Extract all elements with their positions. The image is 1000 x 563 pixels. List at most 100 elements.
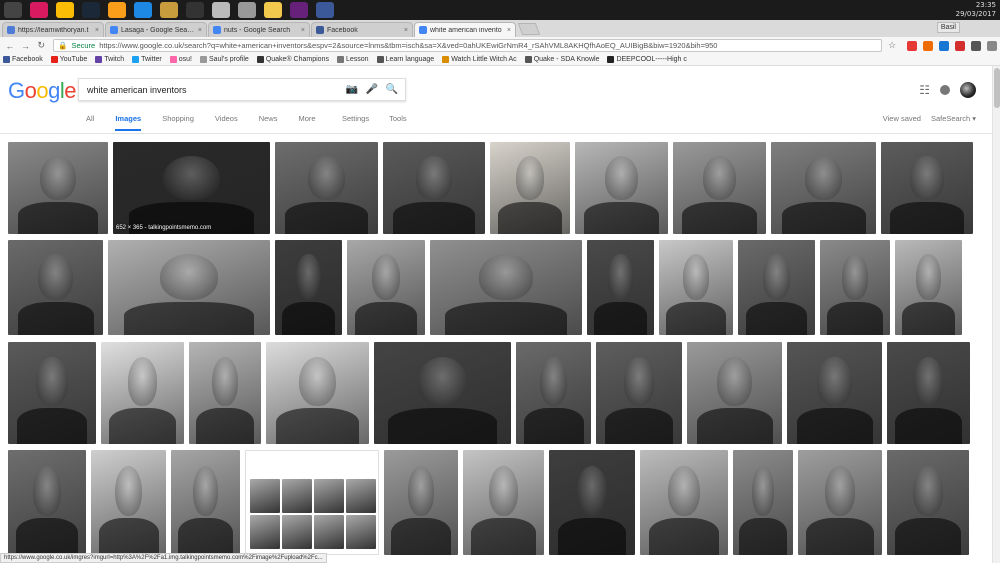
image-result-thumbnail[interactable] [171, 450, 240, 555]
image-result-thumbnail[interactable] [887, 450, 969, 555]
tab-close-icon[interactable]: × [404, 27, 408, 34]
league-icon[interactable] [160, 2, 178, 18]
page-scrollbar[interactable] [992, 66, 1000, 563]
browser-tab[interactable]: Facebook × [311, 22, 413, 37]
image-result-thumbnail[interactable] [374, 342, 511, 444]
image-result-thumbnail[interactable] [101, 342, 184, 444]
extension-icon[interactable] [955, 40, 965, 51]
search-icon[interactable]: 🔍 [385, 84, 399, 95]
image-result-thumbnail[interactable] [733, 450, 793, 555]
image-result-thumbnail[interactable] [275, 142, 378, 234]
bookmark-item[interactable]: Twitch [95, 56, 124, 63]
disc-icon[interactable] [238, 2, 256, 18]
office-icon[interactable] [923, 40, 933, 51]
tab-close-icon[interactable]: × [95, 27, 99, 34]
search-box[interactable]: white american inventors 📷 🎤 🔍 [78, 78, 406, 101]
extension-icon[interactable] [939, 40, 949, 51]
tools-link[interactable]: Tools [389, 114, 407, 123]
image-result-thumbnail[interactable] [549, 450, 635, 555]
profile-badge[interactable]: Basil [936, 22, 960, 33]
epic-icon[interactable] [186, 2, 204, 18]
bookmark-item[interactable]: Twitter [132, 56, 162, 63]
browser-tab[interactable]: https://learnwithoryan.t × [2, 22, 104, 37]
browser-tab[interactable]: nuts - Google Search × [208, 22, 310, 37]
ccleaner-icon[interactable] [134, 2, 152, 18]
image-result-thumbnail[interactable] [266, 342, 369, 444]
bookmark-item[interactable]: DEEPCOOL-----High c [607, 56, 687, 63]
visual-studio-icon[interactable] [290, 2, 308, 18]
tab-close-icon[interactable]: × [301, 27, 305, 34]
image-result-thumbnail[interactable] [596, 342, 682, 444]
bookmark-item[interactable]: Lesson [336, 56, 369, 63]
image-result-thumbnail[interactable] [8, 240, 103, 335]
menu-icon[interactable] [987, 40, 997, 51]
settings-link[interactable]: Settings [342, 114, 369, 123]
image-result-thumbnail[interactable] [189, 342, 261, 444]
tab-news[interactable]: News [259, 114, 278, 131]
image-result-thumbnail[interactable] [881, 142, 973, 234]
image-result-thumbnail[interactable] [820, 240, 890, 335]
image-result-thumbnail[interactable] [8, 142, 108, 234]
tab-all[interactable]: All [86, 114, 94, 131]
view-saved-link[interactable]: View saved [883, 114, 921, 123]
avatar[interactable] [960, 82, 976, 98]
extension-icon[interactable] [907, 40, 917, 51]
disc-icon[interactable] [212, 2, 230, 18]
image-result-thumbnail[interactable] [8, 450, 86, 555]
tab-more[interactable]: More [298, 114, 315, 131]
overwatch-icon[interactable] [108, 2, 126, 18]
bookmark-item[interactable]: osu! [169, 56, 192, 63]
back-arrow-icon[interactable]: ← [4, 41, 16, 51]
tab-close-icon[interactable]: × [507, 27, 511, 34]
browser-tab[interactable]: white american invento × [414, 22, 516, 37]
bookmark-item[interactable]: Watch Little Witch Ac [442, 56, 517, 63]
tab-shopping[interactable]: Shopping [162, 114, 194, 131]
image-result-thumbnail[interactable] [640, 450, 728, 555]
bookmark-item[interactable]: YouTube [50, 56, 87, 63]
tab-videos[interactable]: Videos [215, 114, 238, 131]
camera-icon[interactable]: 📷 [345, 84, 359, 95]
image-result-thumbnail[interactable] [587, 240, 654, 335]
image-result-thumbnail[interactable] [738, 240, 815, 335]
tab-images[interactable]: Images [115, 114, 142, 131]
star-icon[interactable]: ☆ [886, 40, 898, 51]
forward-arrow-icon[interactable]: → [20, 41, 32, 51]
taskbar-clock[interactable]: 23:35 29/03/2017 [956, 1, 996, 19]
image-result-thumbnail[interactable] [787, 342, 882, 444]
bookmark-item[interactable]: Saul's profile [199, 56, 249, 63]
bookmark-item[interactable]: Quake® Champions [256, 56, 329, 63]
image-result-thumbnail[interactable] [430, 240, 582, 335]
search-input[interactable]: white american inventors [87, 85, 345, 95]
image-result-thumbnail[interactable] [463, 450, 544, 555]
image-result-thumbnail[interactable] [673, 142, 766, 234]
image-result-thumbnail[interactable] [91, 450, 166, 555]
bookmark-item[interactable]: Quake - SDA Knowle [524, 56, 599, 63]
image-result-thumbnail[interactable] [245, 450, 379, 555]
image-result-thumbnail[interactable] [895, 240, 962, 335]
safesearch-dropdown[interactable]: SafeSearch ▾ [931, 114, 976, 123]
chrome-icon[interactable] [56, 2, 74, 18]
reload-icon[interactable]: ↻ [35, 40, 47, 51]
browser-tab[interactable]: Lasaga - Google Search × [105, 22, 207, 37]
facebook-icon[interactable] [316, 2, 334, 18]
image-result-thumbnail[interactable] [575, 142, 668, 234]
apps-grid-icon[interactable]: ☷ [919, 83, 930, 97]
bookmark-item[interactable]: Facebook [3, 56, 43, 63]
image-result-thumbnail[interactable] [887, 342, 970, 444]
bookmark-item[interactable]: Learn language [376, 56, 434, 63]
image-result-thumbnail[interactable] [687, 342, 782, 444]
notifications-icon[interactable] [940, 85, 950, 95]
steam-icon[interactable] [82, 2, 100, 18]
opera-icon[interactable] [30, 2, 48, 18]
google-logo[interactable]: Google [8, 78, 77, 104]
image-result-thumbnail[interactable] [659, 240, 733, 335]
image-result-thumbnail[interactable] [347, 240, 425, 335]
image-result-thumbnail[interactable] [384, 450, 458, 555]
image-result-thumbnail[interactable] [383, 142, 485, 234]
image-result-thumbnail[interactable] [798, 450, 882, 555]
extension-icon[interactable] [971, 40, 981, 51]
image-result-thumbnail[interactable] [490, 142, 570, 234]
address-bar[interactable]: 🔒 Secure https://www.google.co.uk/search… [53, 39, 883, 52]
new-tab-button[interactable] [517, 23, 541, 35]
window-icon[interactable] [4, 2, 22, 18]
